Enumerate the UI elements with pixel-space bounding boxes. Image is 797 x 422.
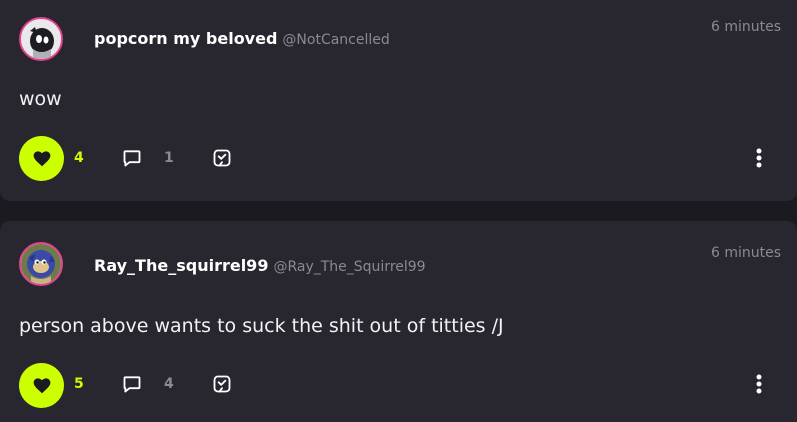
avatar-image <box>21 244 61 284</box>
comment-button[interactable] <box>120 146 144 170</box>
user-handle[interactable]: @Ray_The_Squirrel99 <box>273 259 425 275</box>
comment-count: 1 <box>164 150 174 166</box>
post-content: wow <box>19 88 62 110</box>
like-button[interactable] <box>19 136 64 181</box>
avatar-image <box>21 19 61 59</box>
post-feed: popcorn my beloved @NotCancelled 6 minut… <box>0 0 797 422</box>
display-name[interactable]: Ray_The_squirrel99 <box>94 256 268 275</box>
post-timestamp: 6 minutes <box>710 245 781 261</box>
comment-count: 4 <box>164 376 174 392</box>
heart-icon <box>33 377 50 393</box>
more-options-button[interactable] <box>748 145 770 171</box>
like-count: 4 <box>74 150 84 166</box>
like-button[interactable] <box>19 363 64 408</box>
vertical-ellipsis-icon <box>756 374 762 394</box>
like-count: 5 <box>74 376 84 392</box>
post-header: popcorn my beloved @NotCancelled <box>94 29 390 48</box>
avatar[interactable] <box>19 17 63 61</box>
comment-bubble-icon <box>123 376 141 393</box>
comment-button[interactable] <box>120 372 144 396</box>
post-card: popcorn my beloved @NotCancelled 6 minut… <box>0 0 797 201</box>
user-handle[interactable]: @NotCancelled <box>282 32 389 48</box>
avatar[interactable] <box>19 242 63 286</box>
share-tag-icon <box>213 375 231 393</box>
post-card: Ray_The_squirrel99 @Ray_The_Squirrel99 6… <box>0 221 797 422</box>
more-options-button[interactable] <box>748 371 770 397</box>
share-button[interactable] <box>210 372 234 396</box>
post-content: person above wants to suck the shit out … <box>19 315 504 337</box>
comment-bubble-icon <box>123 150 141 167</box>
display-name[interactable]: popcorn my beloved <box>94 29 277 48</box>
share-button[interactable] <box>210 146 234 170</box>
vertical-ellipsis-icon <box>756 148 762 168</box>
post-header: Ray_The_squirrel99 @Ray_The_Squirrel99 <box>94 256 426 275</box>
share-tag-icon <box>213 149 231 167</box>
heart-icon <box>33 150 50 166</box>
post-timestamp: 6 minutes <box>710 19 781 35</box>
